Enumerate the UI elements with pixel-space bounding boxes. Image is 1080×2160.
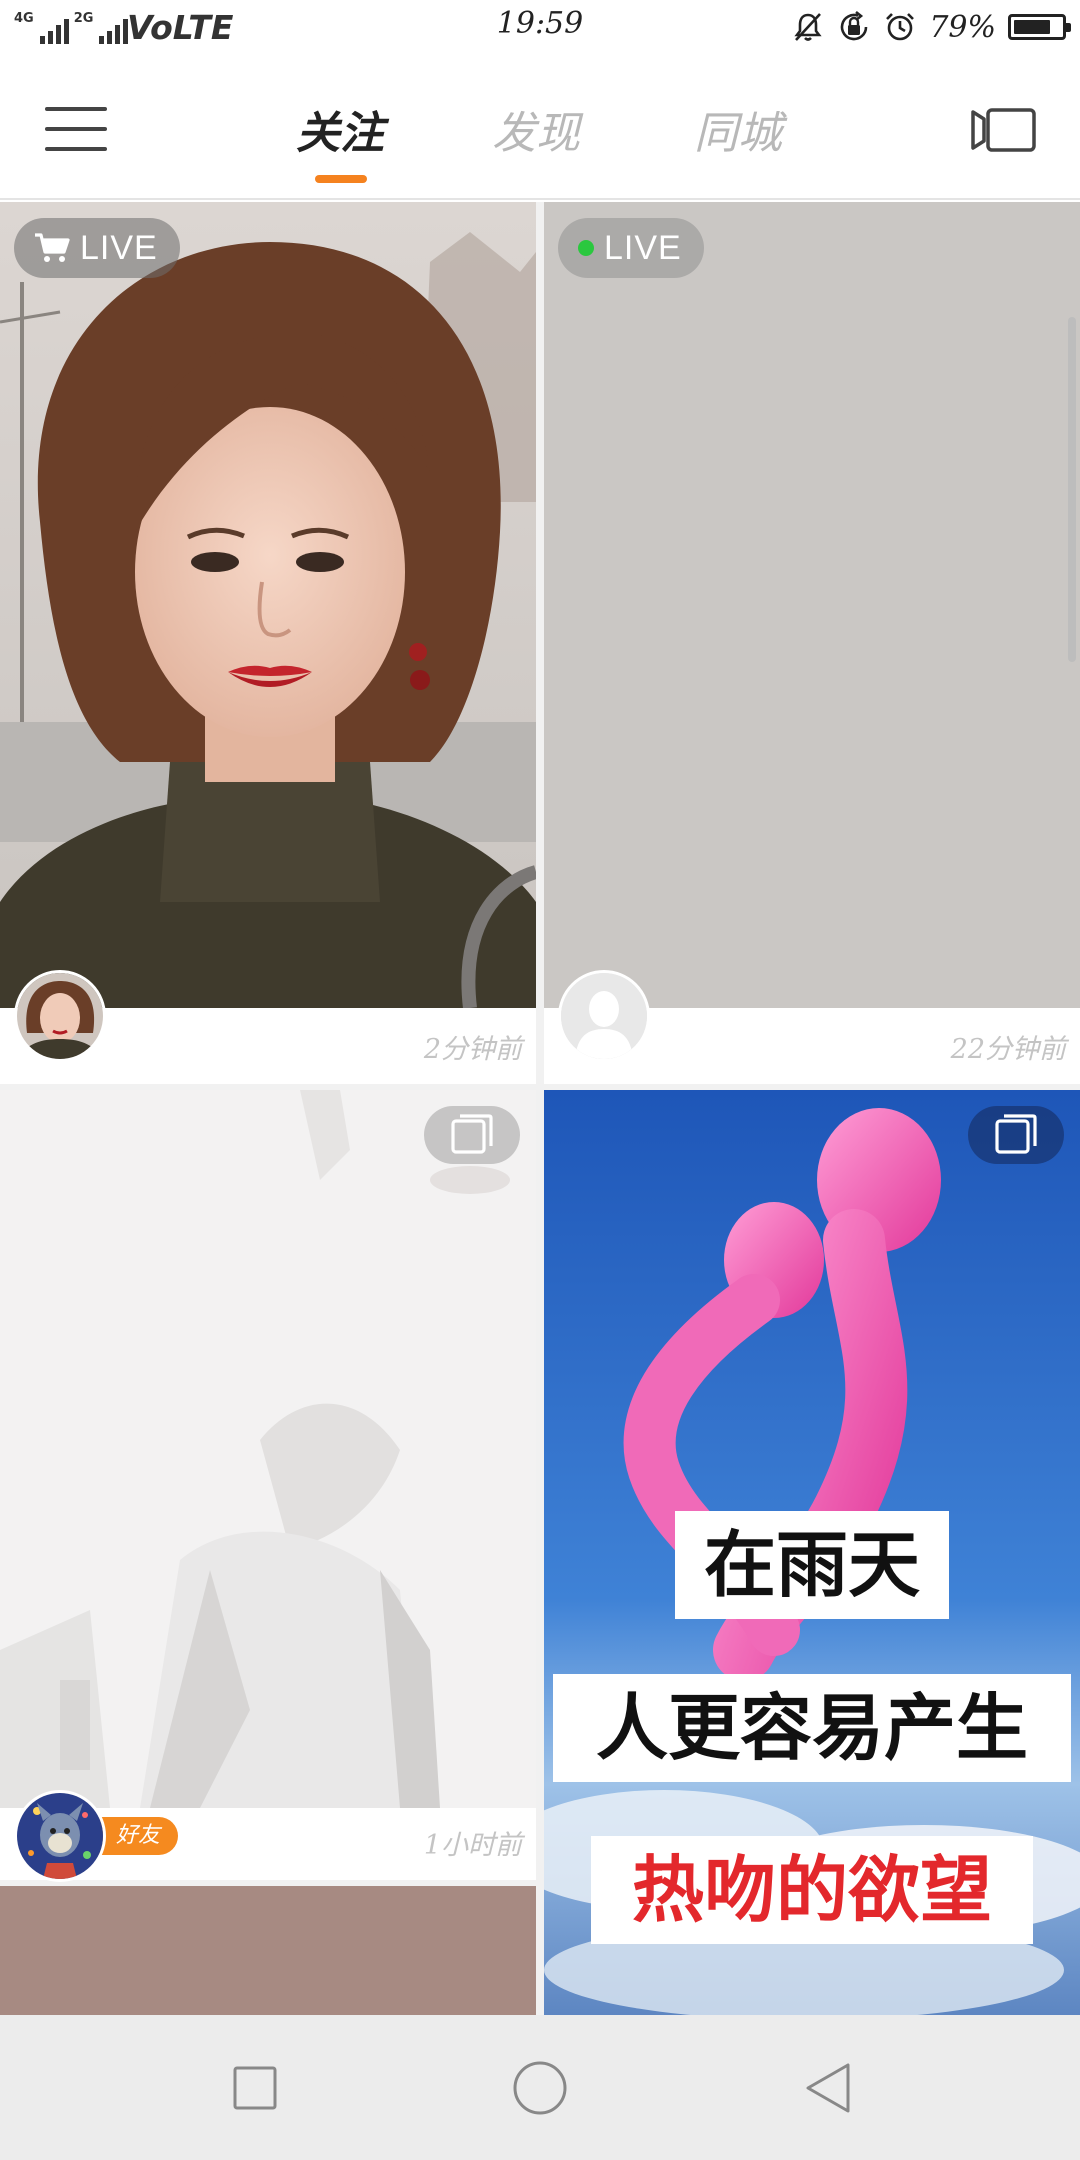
home-icon[interactable] [507, 2055, 573, 2121]
feed-card-album[interactable]: 在雨天 人更容易产生 热吻的欲望 [544, 1090, 1080, 2015]
rotation-lock-icon [841, 10, 868, 41]
scrollbar[interactable] [1068, 317, 1076, 662]
tab-discover[interactable]: 发现 [492, 97, 580, 159]
avatar[interactable] [14, 1790, 106, 1882]
camera-icon[interactable] [970, 105, 1038, 155]
tab-following[interactable]: 关注 [296, 97, 384, 159]
live-cover-image [544, 202, 1080, 1008]
poster-caption: 人更容易产生 [553, 1674, 1071, 1782]
post-time: 2分钟前 [423, 1034, 522, 1065]
multi-image-icon [995, 1114, 1037, 1154]
avatar[interactable] [14, 970, 106, 1062]
feed-grid[interactable]: LIVE 2分钟前 LIVE 22分钟前 1小时前 好友 在雨天 人更容易产生 … [0, 202, 1080, 2015]
multi-image-badge [968, 1106, 1064, 1164]
tab-nearby[interactable]: 同城 [694, 97, 782, 159]
top-nav: 关注 发现 同城 [0, 55, 1080, 200]
post-time: 1小时前 [423, 1830, 522, 1861]
multi-image-badge [424, 1106, 520, 1164]
cart-icon [35, 233, 70, 262]
feed-card-live[interactable]: LIVE 2分钟前 [0, 202, 536, 1084]
feed-card-album[interactable]: 1小时前 好友 [0, 1090, 536, 2015]
live-badge: LIVE [14, 218, 180, 278]
live-badge: LIVE [558, 218, 704, 278]
mute-icon [794, 13, 822, 41]
menu-icon [45, 107, 107, 111]
live-badge-label: LIVE [604, 228, 682, 267]
album-cover-image [0, 1090, 536, 1808]
live-badge-label: LIVE [80, 228, 158, 267]
live-cover-image [0, 202, 536, 1008]
back-icon[interactable] [796, 2055, 862, 2121]
next-card-preview-image [0, 1886, 536, 2015]
multi-image-icon [451, 1114, 493, 1154]
post-time: 22分钟前 [950, 1034, 1066, 1065]
recent-apps-icon[interactable] [222, 2055, 288, 2121]
battery-icon [1008, 14, 1071, 40]
battery-percent: 79% [929, 9, 996, 45]
green-dot-icon [578, 240, 594, 256]
poster-caption: 热吻的欲望 [591, 1836, 1033, 1944]
avatar-placeholder-icon[interactable] [558, 970, 650, 1062]
active-tab-indicator [315, 175, 367, 183]
status-bar: 4G 2G VoLTE 19:59 79% [0, 0, 1080, 55]
system-nav-bar [0, 2015, 1080, 2160]
alarm-icon [886, 13, 915, 41]
menu-button[interactable] [45, 107, 107, 153]
feed-card-live[interactable]: LIVE 22分钟前 [544, 202, 1080, 1084]
poster-caption: 在雨天 [675, 1511, 949, 1619]
